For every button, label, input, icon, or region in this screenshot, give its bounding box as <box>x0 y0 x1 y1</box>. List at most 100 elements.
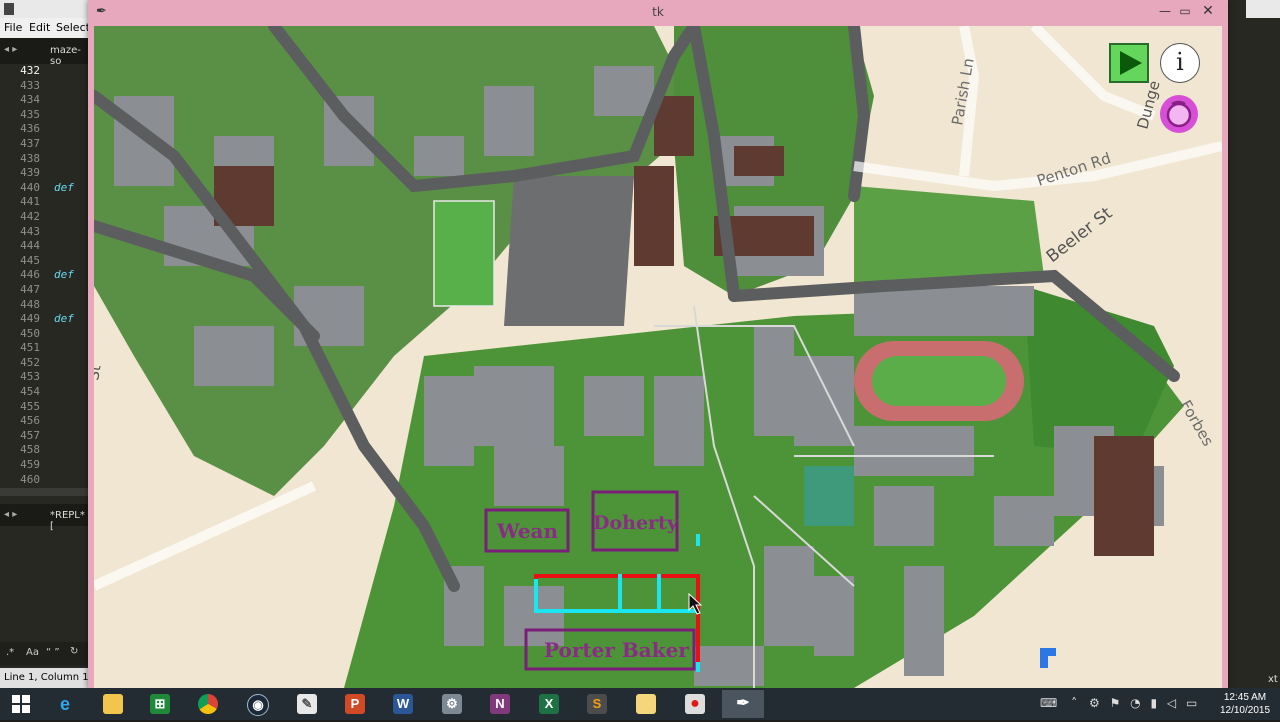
tab-nav-arrows[interactable]: ◂ ▸ <box>4 44 17 55</box>
wifi-icon[interactable]: ◔ <box>1130 696 1140 710</box>
paint-icon: ✎ <box>297 694 317 714</box>
line-number: 450 <box>20 326 40 340</box>
cursor-position: Line 1, Column 1 <box>4 672 89 683</box>
line-number: 440 <box>20 180 40 194</box>
whole-word-toggle[interactable]: “ ” <box>46 647 60 658</box>
track-infield <box>872 356 1006 406</box>
tab-nav-arrows[interactable]: ◂ ▸ <box>4 509 17 520</box>
windows-taskbar: e ⊞ ◉ ✎ P W ⚙ N X S ● ✒ ⌨ ˄ ⚙ ⚑ ◔ ▮ ◁ ▭ … <box>0 688 1280 720</box>
taskbar-tool[interactable]: ⚙ <box>431 690 473 718</box>
taskbar-excel[interactable]: X <box>528 690 570 718</box>
reset-button[interactable] <box>1160 95 1198 133</box>
taskbar-folder[interactable] <box>625 690 667 718</box>
line-number: 434 <box>20 93 40 107</box>
menu-edit[interactable]: Edit <box>29 21 50 34</box>
clock-date: 12/10/2015 <box>1219 705 1271 716</box>
regex-toggle[interactable]: .* <box>6 647 14 658</box>
line-number: 448 <box>20 297 40 311</box>
folder-icon <box>636 694 656 714</box>
sports-field <box>433 200 495 307</box>
taskbar-store[interactable]: ⊞ <box>139 690 181 718</box>
line-number: 435 <box>20 107 40 121</box>
taskbar-internet-explorer[interactable]: e <box>44 690 86 718</box>
line-number: 453 <box>20 370 40 384</box>
menu-file[interactable]: File <box>4 21 22 34</box>
play-icon <box>1120 51 1142 75</box>
tk-titlebar[interactable]: ✒ tk — ▭ ✕ <box>88 0 1228 26</box>
code-area[interactable]: def def def <box>54 64 90 484</box>
parking-lot <box>504 176 634 326</box>
taskbar-file-explorer[interactable] <box>92 690 134 718</box>
repl-tab[interactable]: *REPL* [ <box>50 510 90 532</box>
start-button[interactable] <box>0 690 42 718</box>
line-number: 455 <box>20 399 40 413</box>
taskbar-onenote[interactable]: N <box>479 690 521 718</box>
file-explorer-icon <box>103 694 123 714</box>
building-label-wean: Wean <box>496 519 559 543</box>
system-tray[interactable]: ⌨ ˄ ⚙ ⚑ ◔ ▮ ◁ ▭ <box>1040 696 1197 710</box>
campus-map: Parish Ln Penton Rd Beeler St Forbes Dun… <box>94 26 1222 688</box>
chrome-icon <box>198 694 218 714</box>
line-number: 432 <box>20 64 40 77</box>
window-title: tk <box>652 5 664 19</box>
word-icon: W <box>393 694 413 714</box>
keyboard-icon[interactable]: ⌨ <box>1040 696 1057 710</box>
wrap-icon[interactable]: ↻ <box>70 646 78 657</box>
close-button[interactable]: ✕ <box>1195 2 1221 20</box>
taskbar-paint[interactable]: ✎ <box>286 690 328 718</box>
line-number: 457 <box>20 428 40 442</box>
steam-icon: ◉ <box>247 694 269 716</box>
building-label-doherty: Doherty <box>593 512 679 534</box>
excel-store-icon: ⊞ <box>150 694 170 714</box>
line-number: 445 <box>20 253 40 267</box>
line-number: 439 <box>20 166 40 180</box>
tool-icon: ⚙ <box>442 694 462 714</box>
taskbar-sublime[interactable]: S <box>576 690 618 718</box>
battery-icon[interactable]: ▮ <box>1150 696 1157 710</box>
editor-tabbar: ◂ ▸ maze-so <box>0 38 90 67</box>
info-button[interactable]: i <box>1160 43 1200 83</box>
feather-app-icon: ✒ <box>736 695 750 712</box>
line-number: 442 <box>20 209 40 223</box>
tk-window: ✒ tk — ▭ ✕ Parish Ln Penton Rd Beeler St… <box>88 0 1228 690</box>
line-number: 437 <box>20 136 40 150</box>
right-panel-text: xt <box>1268 674 1278 685</box>
reset-icon <box>1166 100 1192 128</box>
line-number: 438 <box>20 151 40 165</box>
excel-icon: X <box>539 694 559 714</box>
line-number: 451 <box>20 341 40 355</box>
editor-horizontal-scrollbar[interactable] <box>0 488 90 496</box>
internet-explorer-icon: e <box>59 694 70 714</box>
editor-titlebar <box>0 0 90 18</box>
taskbar-word[interactable]: W <box>382 690 424 718</box>
taskbar-clock[interactable]: 12:45 AM 12/10/2015 <box>1214 691 1276 717</box>
taskbar-chrome[interactable] <box>187 690 229 718</box>
chat-icon[interactable]: ▭ <box>1186 696 1197 710</box>
onenote-icon: N <box>490 694 510 714</box>
editor-right-titlebar <box>1246 0 1280 18</box>
editor-app-icon <box>4 3 14 15</box>
map-canvas[interactable]: Parish Ln Penton Rd Beeler St Forbes Dun… <box>94 26 1222 688</box>
line-number: 433 <box>20 78 40 92</box>
record-icon: ● <box>685 694 705 714</box>
volume-icon[interactable]: ◁ <box>1167 696 1176 710</box>
keyword-def: def <box>54 268 74 282</box>
flag-icon[interactable]: ⚑ <box>1110 696 1121 710</box>
line-number: 458 <box>20 443 40 457</box>
line-number: 443 <box>20 224 40 238</box>
line-number: 447 <box>20 282 40 296</box>
line-number: 456 <box>20 414 40 428</box>
tray-up-arrow-icon[interactable]: ˄ <box>1071 696 1077 710</box>
sublime-icon: S <box>587 694 607 714</box>
taskbar-python-tk[interactable]: ✒ <box>722 690 764 718</box>
keyword-def: def <box>54 180 74 194</box>
taskbar-powerpoint[interactable]: P <box>334 690 376 718</box>
powerpoint-icon: P <box>345 694 365 714</box>
case-toggle[interactable]: Aa <box>26 647 39 658</box>
play-button[interactable] <box>1109 43 1149 83</box>
clock-time: 12:45 AM <box>1223 692 1267 703</box>
taskbar-steam[interactable]: ◉ <box>236 690 278 718</box>
line-number: 441 <box>20 195 40 209</box>
taskbar-recorder[interactable]: ● <box>674 690 716 718</box>
network-icon[interactable]: ⚙ <box>1089 696 1100 710</box>
